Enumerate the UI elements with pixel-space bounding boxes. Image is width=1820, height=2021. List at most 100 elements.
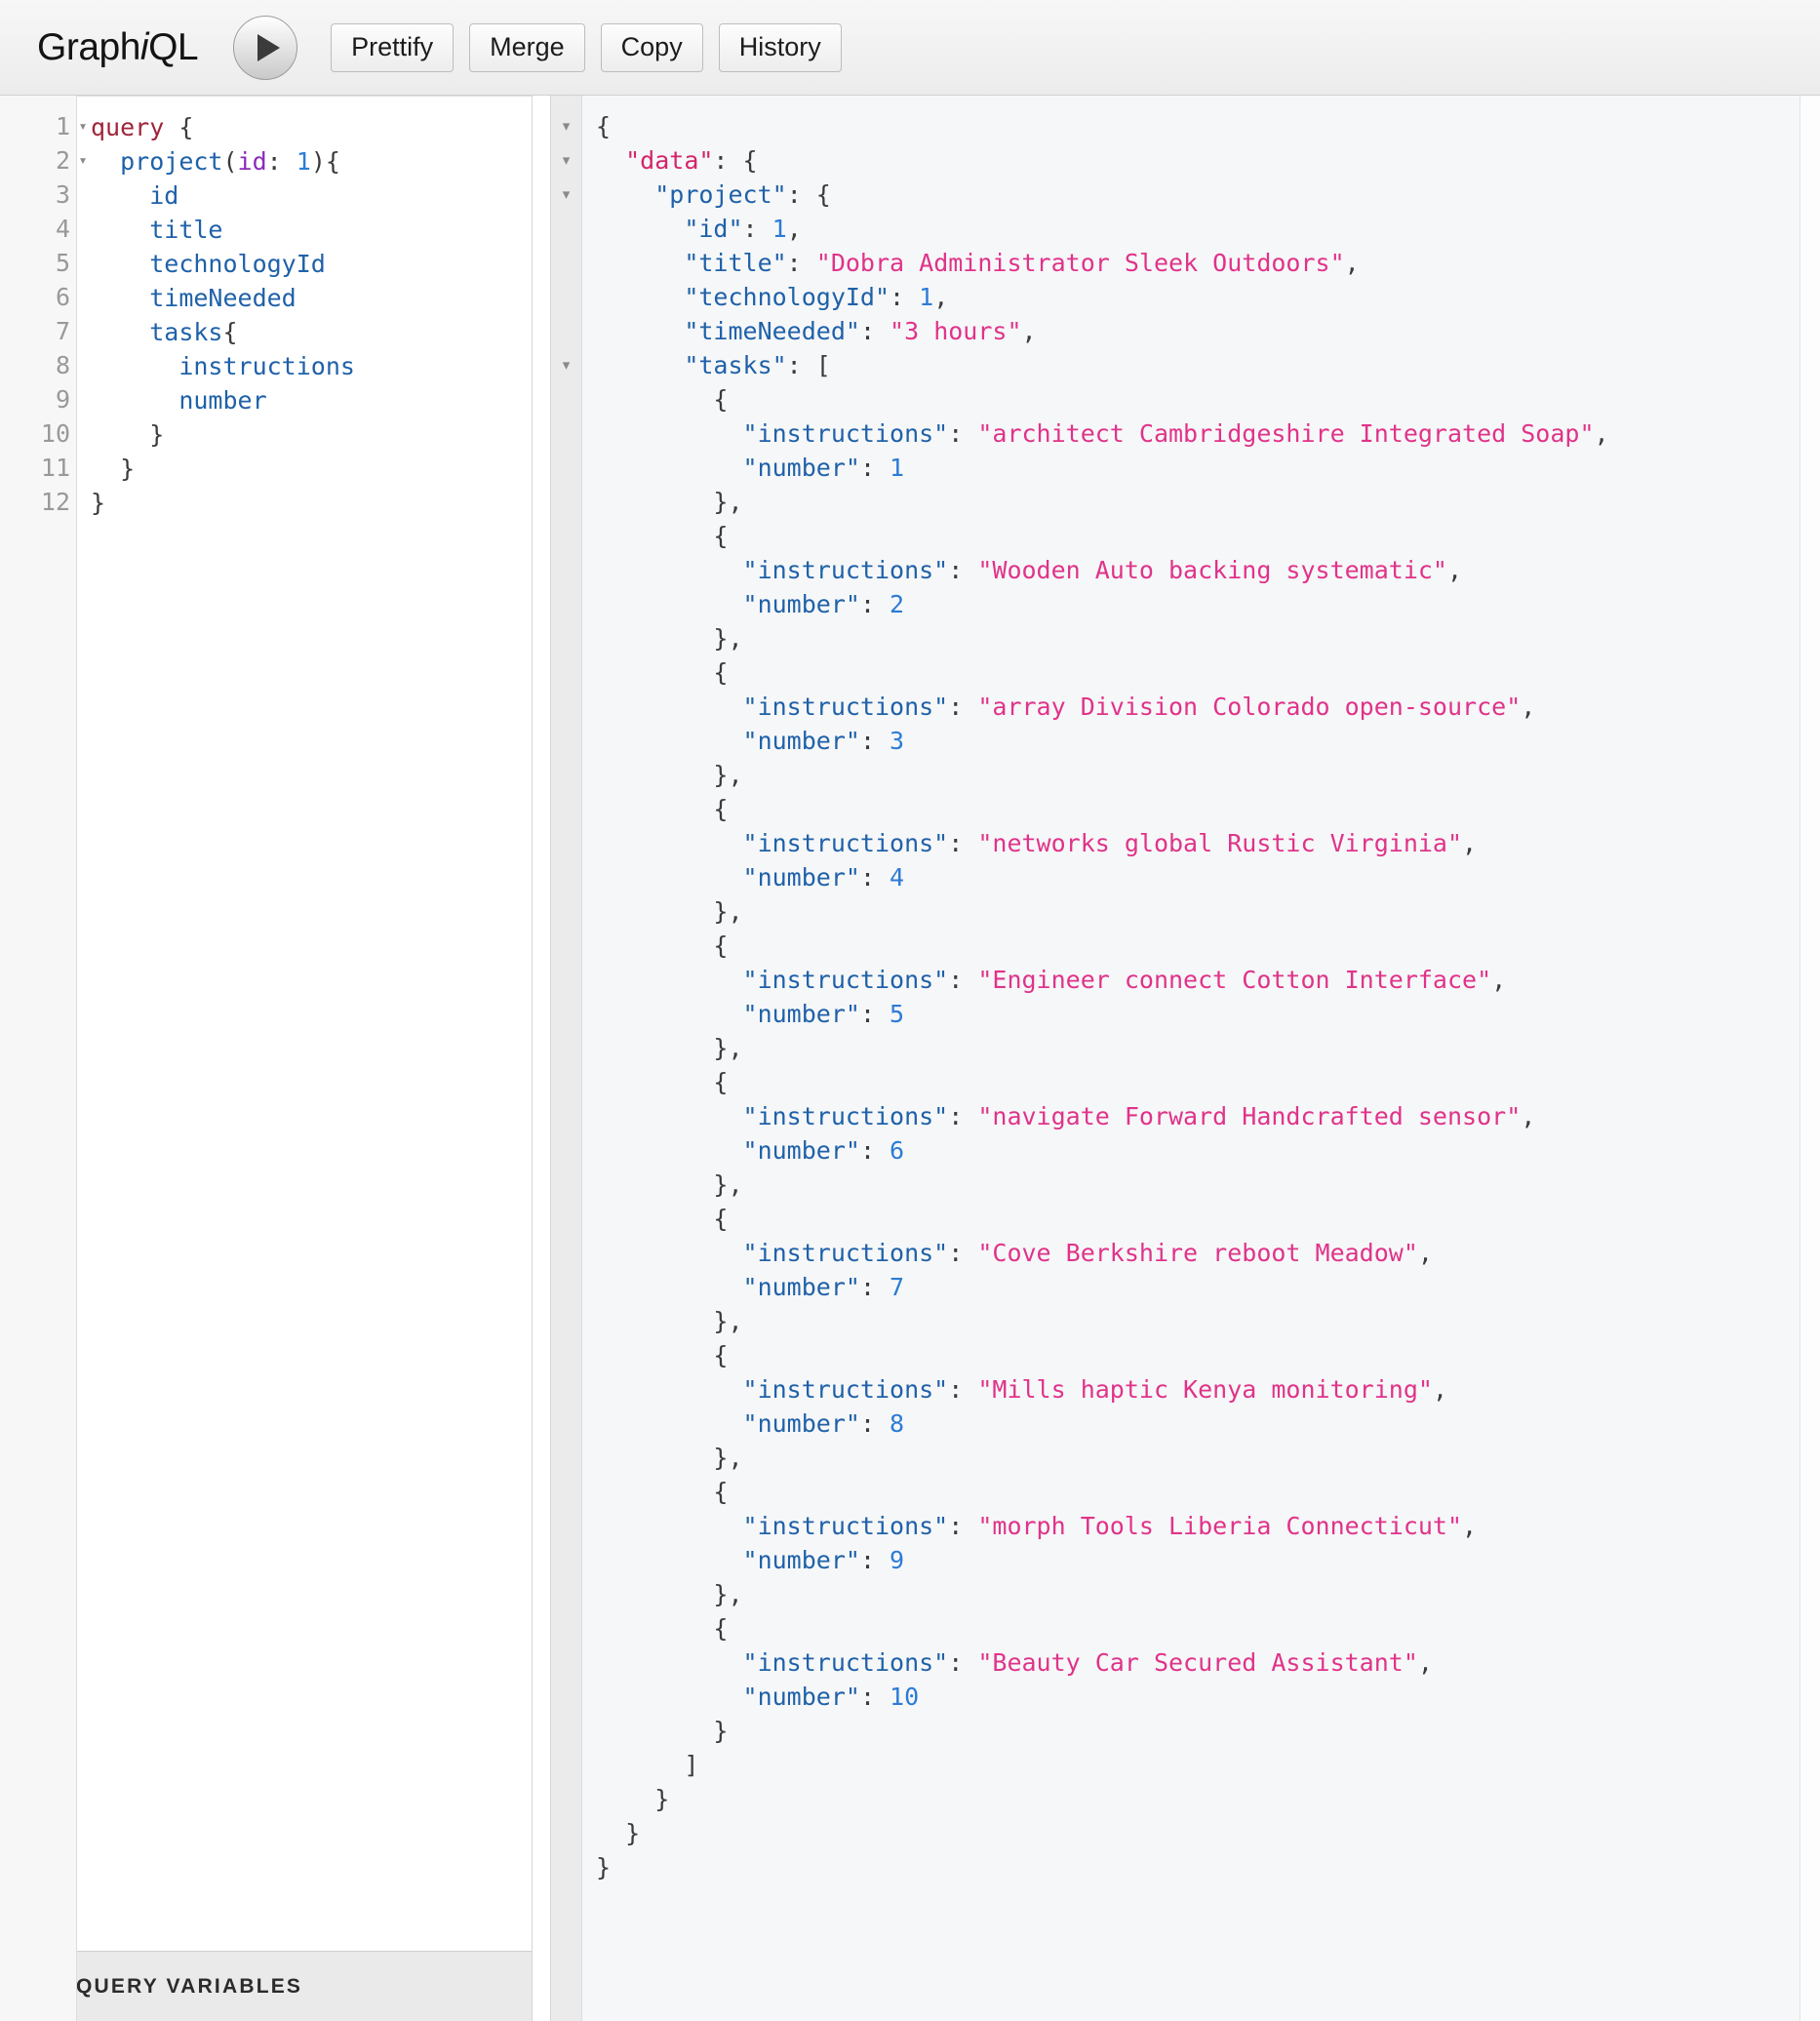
result-gutter-row (551, 1304, 581, 1338)
result-line: ] (684, 1751, 699, 1779)
result-line: { (713, 1478, 729, 1506)
query-line: tasks{ (149, 318, 238, 346)
result-line: "number": 6 (742, 1136, 905, 1165)
query-line: timeNeeded (149, 284, 297, 312)
result-line: }, (713, 1444, 743, 1472)
result-fold-chevron-icon[interactable]: ▾ (551, 348, 581, 382)
result-fold-chevron-icon[interactable]: ▾ (551, 178, 581, 212)
result-line: "instructions": "Wooden Auto backing sys… (742, 556, 1463, 584)
result-line: } (625, 1819, 641, 1847)
history-button[interactable]: History (718, 22, 842, 72)
result-line: }, (713, 761, 743, 789)
fold-chevron-icon[interactable]: ▾ (76, 143, 90, 178)
result-line: { (713, 385, 729, 414)
query-line: number (178, 386, 267, 415)
logo-text-suffix: QL (148, 25, 199, 68)
result-line: { (713, 931, 729, 960)
result-line: "instructions": "Beauty Car Secured Assi… (742, 1648, 1433, 1677)
result-gutter-row (551, 963, 581, 997)
result-line: { (713, 795, 729, 823)
query-editor-code[interactable]: query { project(id: 1){ id title technol… (77, 97, 532, 1951)
result-line: "id": 1, (684, 215, 802, 243)
result-gutter-row (551, 724, 581, 758)
result-gutter-row (551, 1202, 581, 1236)
pane-divider[interactable] (533, 96, 550, 2021)
result-fold-chevron-icon[interactable]: ▾ (551, 109, 581, 143)
play-icon (257, 33, 281, 61)
query-line: } (149, 420, 165, 449)
result-gutter-row (551, 621, 581, 655)
result-line: "timeNeeded": "3 hours", (684, 317, 1037, 345)
logo-text-italic: i (139, 25, 149, 68)
merge-button[interactable]: Merge (469, 22, 585, 72)
result-fold-chevron-icon[interactable]: ▾ (551, 143, 581, 178)
result-line: { (713, 522, 729, 550)
result-line: "number": 2 (742, 590, 905, 618)
result-gutter-row (551, 519, 581, 553)
result-line: "instructions": "array Division Colorado… (742, 693, 1536, 721)
result-viewer-code: { "data": { "project": { "id": 1, "title… (582, 96, 1800, 2021)
result-line: }, (713, 897, 743, 926)
result-gutter-row (551, 553, 581, 587)
result-line: }, (713, 1580, 743, 1608)
result-line: "instructions": "morph Tools Liberia Con… (742, 1512, 1478, 1540)
result-gutter-row (551, 1031, 581, 1065)
result-line: "number": 8 (742, 1409, 905, 1438)
result-gutter-row (551, 826, 581, 860)
result-gutter-row (551, 1168, 581, 1202)
query-line: } (91, 489, 106, 517)
result-line: }, (713, 624, 743, 653)
result-gutter-row (551, 929, 581, 963)
graphiql-app: GraphiQL Prettify Merge Copy History 1 ▾ 2… (0, 0, 1820, 2021)
result-gutter-row (551, 690, 581, 724)
query-variables-toggle[interactable]: QUERY VARIABLES (0, 1951, 532, 2021)
prettify-button[interactable]: Prettify (331, 22, 455, 72)
query-line: id (149, 181, 179, 210)
main-area: 1 ▾ 2 ▾ 3 4 5 6 7 8 9 10 11 12 query { project(id: 1)… (0, 96, 1820, 2021)
result-viewer-pane: ▾ ▾ ▾ ▾ { "data": { "project": { "id": 1, … (550, 96, 1800, 2021)
result-line: "number": 10 (742, 1683, 920, 1711)
query-editor[interactable]: 1 ▾ 2 ▾ 3 4 5 6 7 8 9 10 11 12 query { project(id: 1)… (0, 96, 532, 2021)
result-right-edge (1800, 96, 1820, 2021)
result-gutter-row (551, 1645, 581, 1680)
result-gutter-row (551, 1475, 581, 1509)
result-gutter-row (551, 1748, 581, 1782)
result-gutter-row (551, 1270, 581, 1304)
result-gutter-row (551, 280, 581, 314)
execute-query-button[interactable] (233, 15, 298, 80)
result-gutter-row (551, 1714, 581, 1748)
result-gutter-row (551, 1065, 581, 1099)
result-line: "number": 5 (742, 1000, 905, 1028)
fold-chevron-icon[interactable]: ▾ (76, 109, 90, 143)
result-line: } (713, 1717, 729, 1745)
result-line: "number": 3 (742, 727, 905, 755)
result-gutter-row (551, 451, 581, 485)
result-gutter-row (551, 1509, 581, 1543)
result-line: { (713, 1341, 729, 1369)
result-fold-gutter: ▾ ▾ ▾ ▾ (551, 96, 582, 2021)
result-line: } (596, 1853, 612, 1882)
result-line: "instructions": "Cove Berkshire reboot M… (742, 1239, 1433, 1267)
query-line: project(id: 1){ (120, 147, 340, 176)
result-gutter-row (551, 655, 581, 690)
result-gutter-row (551, 314, 581, 348)
result-line: "instructions": "Mills haptic Kenya moni… (742, 1375, 1447, 1404)
result-gutter-row (551, 382, 581, 416)
query-variables-label: QUERY VARIABLES (76, 1974, 303, 1998)
editor-line-number-gutter: 1 ▾ 2 ▾ 3 4 5 6 7 8 9 10 11 12 (0, 96, 88, 2021)
result-gutter-row (551, 212, 581, 246)
result-line: }, (713, 488, 743, 516)
result-line: }, (713, 1170, 743, 1199)
result-gutter-row (551, 1782, 581, 1816)
copy-button[interactable]: Copy (600, 22, 703, 72)
result-gutter-row (551, 1236, 581, 1270)
result-gutter-row (551, 1407, 581, 1441)
result-line: "number": 4 (742, 863, 905, 892)
result-line: } (654, 1785, 670, 1813)
result-gutter-row (551, 997, 581, 1031)
result-gutter-row (551, 246, 581, 280)
result-gutter-row (551, 1133, 581, 1168)
result-gutter-row (551, 792, 581, 826)
query-line: query { (91, 113, 194, 141)
query-line: instructions (178, 352, 355, 380)
